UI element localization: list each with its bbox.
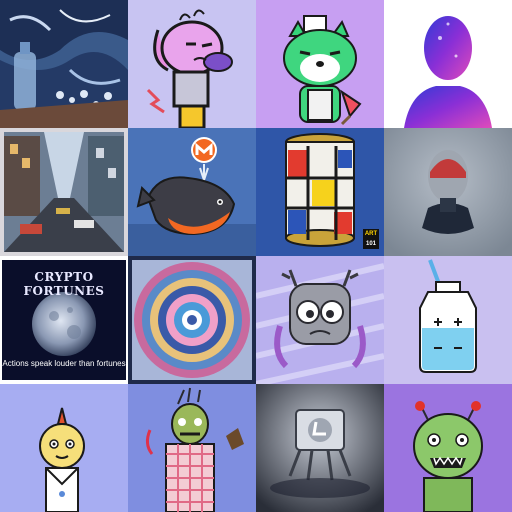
- green-shiba-image: [256, 0, 384, 128]
- tile-city-street-painting[interactable]: [0, 128, 128, 256]
- green-zombie-image: [384, 384, 512, 512]
- art-badge-bottom-text: 101: [365, 241, 376, 247]
- tile-mandala-pattern[interactable]: [128, 256, 256, 384]
- litecoin-robot-image: [256, 384, 384, 512]
- tile-monero-whale[interactable]: [128, 128, 256, 256]
- bottle-battery-image: [384, 256, 512, 384]
- tile-bottle-battery-icon[interactable]: [384, 256, 512, 384]
- tile-cartoon-dog-character[interactable]: [128, 0, 256, 128]
- galaxy-head-image: [384, 0, 512, 128]
- monero-whale-image: [128, 128, 256, 256]
- tile-crypto-fortunes-moon[interactable]: CRYPTO FORTUNES Actions speak louder tha…: [0, 256, 128, 384]
- mohawk-character-image: [0, 384, 128, 512]
- art-badge-top-text: ART: [364, 231, 378, 237]
- abstract-bottle-painting-image: [0, 0, 128, 128]
- tile-litecoin-robot-3d[interactable]: [256, 384, 384, 512]
- tile-galaxy-head-silhouette[interactable]: [384, 0, 512, 128]
- cartoon-dog-image: [128, 0, 256, 128]
- crypto-fortunes-title: CRYPTO FORTUNES: [23, 270, 105, 298]
- crypto-fortunes-caption: Actions speak louder than fortunes: [2, 359, 126, 368]
- bust-sculpture-image: [384, 128, 512, 256]
- tile-bust-sculpture-render[interactable]: [384, 128, 512, 256]
- tile-mohawk-cartoon-character[interactable]: [0, 384, 128, 512]
- tile-zombie-chef-character[interactable]: [128, 384, 256, 512]
- city-street-image: [0, 128, 128, 256]
- mandala-image: [128, 256, 256, 384]
- art-101-badge: ART 101: [363, 229, 379, 249]
- tile-green-shiba-with-popsicle[interactable]: [256, 0, 384, 128]
- zombie-chef-image: [128, 384, 256, 512]
- tile-grey-antler-monster[interactable]: [256, 256, 384, 384]
- tile-green-zombie-character[interactable]: [384, 384, 512, 512]
- nft-gallery-grid: ART 101 CRYPTO FORTUNES Actions speak lo…: [0, 0, 512, 512]
- tile-mondrian-soup-can[interactable]: ART 101: [256, 128, 384, 256]
- grey-monster-image: [256, 256, 384, 384]
- tile-abstract-bottle-painting[interactable]: [0, 0, 128, 128]
